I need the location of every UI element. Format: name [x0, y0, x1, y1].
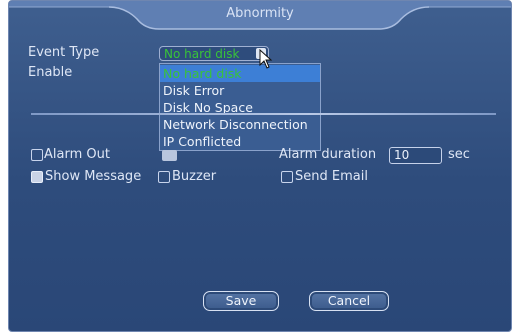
send-email-checkbox[interactable]: [281, 171, 293, 183]
alarm-duration-input[interactable]: 10: [389, 147, 442, 164]
section-divider: [31, 113, 496, 115]
show-message-checkbox[interactable]: [31, 171, 43, 183]
enable-label: Enable: [28, 65, 73, 80]
alarm-out-channel-checkbox[interactable]: [162, 150, 177, 161]
dropdown-option-disk-error[interactable]: Disk Error: [160, 82, 320, 99]
alarm-out-label: Alarm Out: [44, 147, 110, 162]
abnormity-dialog: Abnormity Event Type Enable No hard disk…: [8, 0, 512, 332]
show-message-label: Show Message: [45, 169, 142, 184]
event-type-dropdown: No hard disk Disk Error Disk No Space Ne…: [159, 63, 321, 151]
event-type-selected-value: No hard disk: [164, 47, 240, 61]
title-bar: Abnormity: [9, 1, 511, 33]
send-email-label: Send Email: [295, 169, 368, 184]
buzzer-label: Buzzer: [172, 169, 217, 184]
alarm-out-checkbox[interactable]: [31, 149, 43, 161]
cancel-button[interactable]: Cancel: [309, 291, 389, 311]
buzzer-checkbox[interactable]: [158, 171, 170, 183]
mouse-pointer-icon: [259, 49, 273, 69]
seconds-unit-label: sec: [448, 147, 470, 162]
alarm-duration-label: Alarm duration: [279, 147, 377, 162]
dropdown-option-network-disconnection[interactable]: Network Disconnection: [160, 116, 320, 133]
dropdown-option-no-hard-disk[interactable]: No hard disk: [160, 65, 320, 82]
save-button[interactable]: Save: [203, 291, 279, 311]
dialog-title: Abnormity: [226, 6, 294, 21]
event-type-label: Event Type: [28, 45, 100, 60]
event-type-select[interactable]: No hard disk: [159, 46, 269, 61]
